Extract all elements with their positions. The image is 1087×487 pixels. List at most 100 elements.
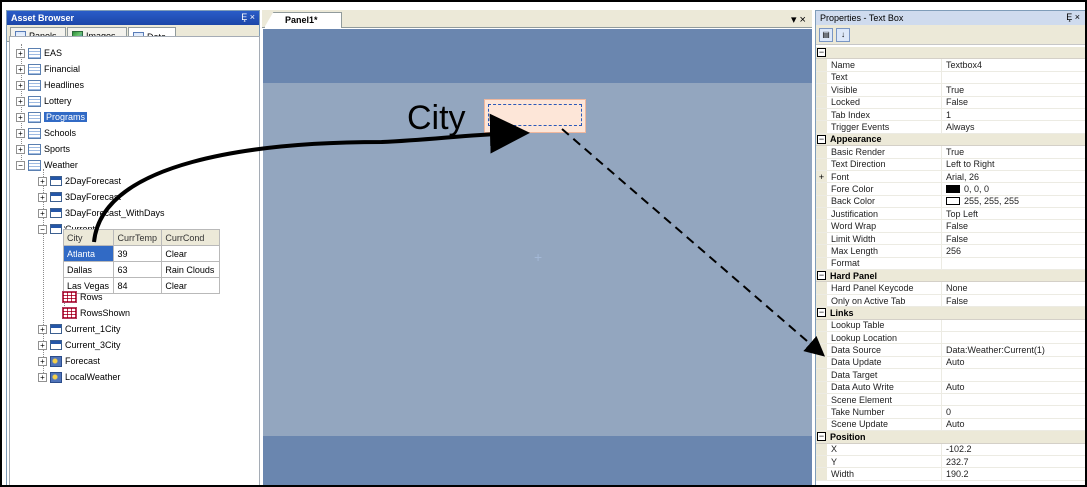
collapse-icon[interactable]: − <box>817 432 826 442</box>
textbox4-element[interactable] <box>484 99 586 133</box>
categorized-icon[interactable]: ▤ <box>819 27 833 42</box>
property-value[interactable]: Always <box>942 121 975 132</box>
tree-item-weather[interactable]: − Weather <box>16 158 78 172</box>
table-cell[interactable]: Clear <box>161 245 220 262</box>
collapse-icon[interactable]: − <box>16 160 25 170</box>
property-value[interactable]: Left to Right <box>942 159 995 170</box>
property-value[interactable]: Data:Weather:Current(1) <box>942 344 1045 355</box>
property-value[interactable]: 1 <box>942 109 951 120</box>
category-links[interactable]: − Links <box>816 307 1085 320</box>
property-row[interactable]: Scene Element <box>816 393 1085 407</box>
property-row[interactable]: Only on Active Tab False <box>816 294 1085 308</box>
property-row[interactable]: Locked False <box>816 96 1085 109</box>
property-row[interactable]: + Font Arial, 26 <box>816 170 1085 184</box>
tree-item-forecast[interactable]: + Forecast <box>38 354 100 368</box>
property-row[interactable]: Y 232.7 <box>816 455 1085 469</box>
collapse-icon[interactable]: − <box>817 271 826 281</box>
property-value[interactable]: False <box>942 220 968 231</box>
property-row[interactable]: Basic Render True <box>816 146 1085 159</box>
property-value[interactable]: 0 <box>942 406 951 417</box>
category-appearance[interactable]: − Appearance <box>816 133 1085 147</box>
expand-icon[interactable]: + <box>16 128 25 138</box>
expand-icon[interactable]: + <box>38 356 47 366</box>
expand-icon[interactable]: + <box>38 324 47 334</box>
property-value[interactable] <box>942 258 946 269</box>
property-row[interactable]: Back Color 255, 255, 255 <box>816 195 1085 209</box>
property-row[interactable]: Take Number 0 <box>816 406 1085 419</box>
property-value[interactable]: Auto <box>942 419 965 430</box>
collapse-icon[interactable]: − <box>38 224 47 234</box>
property-value[interactable]: 256 <box>942 245 961 256</box>
expand-icon[interactable]: + <box>38 176 47 186</box>
expand-icon[interactable]: + <box>38 192 47 202</box>
expand-icon[interactable]: + <box>16 144 25 154</box>
tree-item-2dayforecast[interactable]: +2DayForecast <box>38 174 121 188</box>
property-value[interactable]: Auto <box>942 357 965 368</box>
tree-item-lottery[interactable]: + Lottery <box>16 94 72 108</box>
property-value[interactable]: -102.2 <box>942 444 972 455</box>
tree-item-financial[interactable]: + Financial <box>16 62 80 76</box>
expand-icon[interactable]: + <box>16 96 25 106</box>
table-cell[interactable]: 39 <box>113 245 163 262</box>
property-row[interactable]: Tab Index 1 <box>816 108 1085 122</box>
property-value[interactable]: Arial, 26 <box>942 171 979 182</box>
tree-item-sports[interactable]: + Sports <box>16 142 70 156</box>
property-row[interactable]: Fore Color 0, 0, 0 <box>816 183 1085 196</box>
table-row[interactable]: Dallas 63 Rain Clouds <box>62 261 220 278</box>
expand-icon[interactable]: + <box>16 64 25 74</box>
property-row[interactable]: Data Auto Write Auto <box>816 381 1085 394</box>
table-cell[interactable]: 63 <box>113 261 163 278</box>
tree-item-headlines[interactable]: + Headlines <box>16 78 84 92</box>
property-value[interactable]: 190.2 <box>942 468 969 479</box>
property-value[interactable]: Auto <box>942 382 965 393</box>
property-row[interactable]: Trigger Events Always <box>816 121 1085 134</box>
property-row[interactable]: X -102.2 <box>816 443 1085 456</box>
property-value[interactable]: False <box>942 97 968 108</box>
property-value[interactable]: True <box>942 84 964 95</box>
tab-panel1[interactable]: Panel1* <box>264 12 342 28</box>
property-row[interactable]: Text <box>816 71 1085 85</box>
property-value[interactable]: Textbox4 <box>942 59 982 70</box>
property-row[interactable]: Text Direction Left to Right <box>816 158 1085 171</box>
expand-icon[interactable]: + <box>38 372 47 382</box>
table-cell[interactable]: Clear <box>161 277 220 294</box>
property-row[interactable]: Data Target <box>816 369 1085 382</box>
property-value[interactable]: Top Left <box>942 208 978 219</box>
tree-item-eas[interactable]: + EAS <box>16 46 62 60</box>
tree-item-rowsshown[interactable]: RowsShown <box>62 306 130 320</box>
collapse-icon[interactable]: − <box>817 48 826 58</box>
expand-icon[interactable]: + <box>16 112 25 122</box>
property-row[interactable]: Limit Width False <box>816 232 1085 246</box>
property-row[interactable]: Format <box>816 257 1085 271</box>
collapse-icon[interactable]: − <box>817 134 826 144</box>
collapse-icon[interactable]: − <box>817 308 826 318</box>
panel-canvas[interactable]: City + <box>263 29 812 485</box>
property-value[interactable] <box>942 332 946 343</box>
tree-item-localweather[interactable]: + LocalWeather <box>38 370 120 384</box>
property-value[interactable] <box>942 72 946 83</box>
property-value[interactable]: 232.7 <box>942 456 969 467</box>
property-row[interactable]: Visible True <box>816 84 1085 97</box>
category-misc[interactable]: − <box>816 47 1085 60</box>
pane-pin-close-icons[interactable]: Ȩ × <box>1066 12 1080 22</box>
table-cell[interactable]: 84 <box>113 277 163 294</box>
property-value[interactable]: True <box>942 146 964 157</box>
property-row[interactable]: Hard Panel Keycode None <box>816 282 1085 295</box>
property-row[interactable]: Lookup Location <box>816 331 1085 345</box>
panel-menu-close-icons[interactable]: ▾ × <box>791 13 806 26</box>
pane-pin-close-icons[interactable]: Ȩ × <box>241 12 255 22</box>
tree-item-3dayforecast[interactable]: +3DayForecast <box>38 190 121 204</box>
tree-item-programs[interactable]: + Programs <box>16 110 88 124</box>
property-row[interactable]: Scene Update Auto <box>816 418 1085 432</box>
table-cell[interactable]: Atlanta <box>62 245 115 262</box>
category-hard-panel[interactable]: − Hard Panel <box>816 270 1085 283</box>
property-row[interactable]: Data Source Data:Weather:Current(1) <box>816 344 1085 357</box>
property-row[interactable]: Name Textbox4 <box>816 59 1085 72</box>
expand-icon[interactable]: + <box>16 48 25 58</box>
property-value[interactable]: None <box>942 282 968 293</box>
property-row[interactable]: Lookup Table <box>816 319 1085 332</box>
expand-icon[interactable]: + <box>38 208 47 218</box>
property-value[interactable] <box>942 320 946 331</box>
property-value[interactable] <box>942 369 946 380</box>
city-label[interactable]: City <box>407 99 466 138</box>
